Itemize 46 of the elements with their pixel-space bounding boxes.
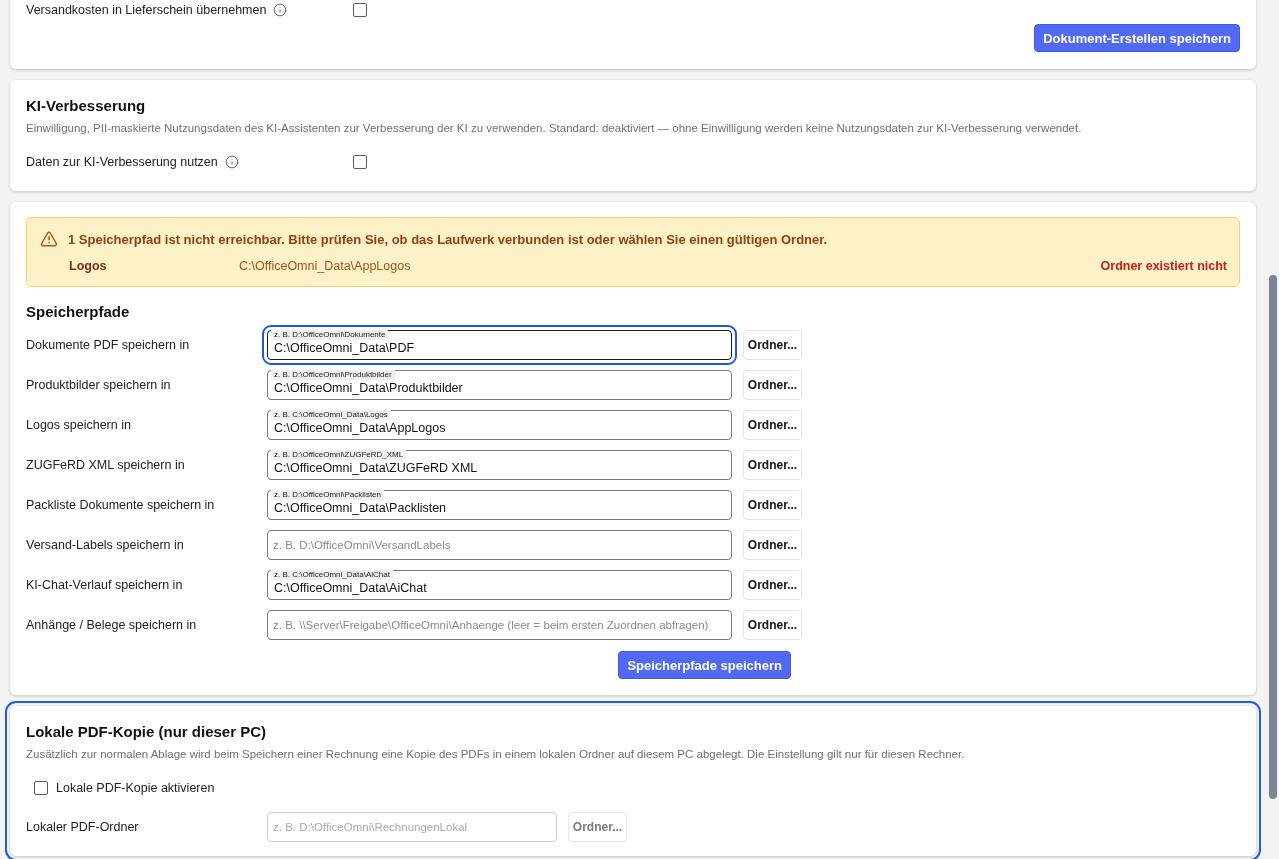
browse-folder-button[interactable]: Ordner... <box>743 410 802 440</box>
info-icon[interactable] <box>224 155 239 169</box>
section-description: Zusätzlich zur normalen Ablage wird beim Speichern einer Rechnung eine Kopie des PDFs in einem lokalen Ordner auf diesem PC abgelegt. Die Einstellung gilt nur für diesen Rechner. <box>26 747 966 762</box>
browse-folder-button[interactable]: Ordner... <box>743 610 802 640</box>
checkbox[interactable] <box>34 781 48 795</box>
floating-label: z. B. D:\OfficeOmni\Produktbilder <box>271 370 395 380</box>
checkbox[interactable] <box>353 155 367 169</box>
option-label: Versandkosten in Lieferschein übernehmen <box>26 3 267 17</box>
warning-status: Ordner existiert nicht <box>1100 259 1227 273</box>
section-description: Einwilligung, PII-maskierte Nutzungsdaten des KI-Assistenten zur Verbesserung der KI zu verwenden. Standard: deaktiviert — ohne Einwilligung werden keine Nutzungsdaten zur KI-Verbesserung verwendet. <box>26 121 1083 136</box>
save-button[interactable]: Speicherpfade speichern <box>618 651 791 679</box>
browse-folder-button[interactable]: Ordner... <box>743 530 802 560</box>
warning-path: C:\OfficeOmni_Data\AppLogos <box>239 259 412 273</box>
info-icon[interactable] <box>273 3 288 17</box>
warning-icon <box>40 230 58 248</box>
scrollbar-thumb[interactable] <box>1268 275 1277 799</box>
save-button[interactable]: Dokument-Erstellen speichern <box>1034 24 1240 52</box>
option-label: Daten zur KI-Verbesserung nutzen <box>26 155 218 169</box>
section-title: KI-Verbesserung <box>26 96 147 116</box>
field-label: ZUGFeRD XML speichern in <box>26 458 186 472</box>
warning-message: 1 Speicherpfad ist nicht erreichbar. Bitte prüfen Sie, ob das Laufwerk verbunden ist oder wählen Sie einen gültigen Ordner. <box>68 231 828 247</box>
floating-label: z. B. D:\OfficeOmni\Packlisten <box>271 490 384 500</box>
floating-label: z. B. C:\OfficeOmni_Data\Logos <box>271 410 391 420</box>
field-label: Lokaler PDF-Ordner <box>26 820 140 834</box>
field-label: Dokumente PDF speichern in <box>26 338 191 352</box>
field-label: Anhänge / Belege speichern in <box>26 618 198 632</box>
field-label: Logos speichern in <box>26 418 132 432</box>
section-title: Speicherpfade <box>26 302 131 322</box>
browse-folder-button[interactable]: Ordner... <box>743 570 802 600</box>
field-label: KI-Chat-Verlauf speichern in <box>26 578 184 592</box>
browse-folder-button[interactable]: Ordner... <box>743 490 802 520</box>
browse-folder-button[interactable]: Ordner... <box>743 370 802 400</box>
field-label: Packliste Dokumente speichern in <box>26 498 216 512</box>
floating-label: z. B. C:\OfficeOmni_Data\AiChat <box>271 570 393 580</box>
field-label: Produktbilder speichern in <box>26 378 172 392</box>
browse-folder-button[interactable]: Ordner... <box>743 330 802 360</box>
checkbox-label[interactable]: Lokale PDF-Kopie aktivieren <box>56 781 215 795</box>
checkbox[interactable] <box>353 3 367 17</box>
floating-label: z. B. D:\OfficeOmni\ZUGFeRD_XML <box>271 450 407 460</box>
path-field[interactable]: z. B. \\Server\Freigabe\OfficeOmni\Anhaenge (leer = beim ersten Zuordnen abfragen) <box>267 610 732 640</box>
warning-path-name: Logos <box>69 259 108 273</box>
floating-label: z. B. D:\OfficeOmni\Dokumente <box>271 330 389 340</box>
path-field[interactable]: z. B. D:\OfficeOmni\VersandLabels <box>267 530 732 560</box>
section-title: Lokale PDF-Kopie (nur dieser PC) <box>26 722 268 742</box>
field-label: Versand-Labels speichern in <box>26 538 185 552</box>
browse-folder-button[interactable]: Ordner... <box>743 450 802 480</box>
